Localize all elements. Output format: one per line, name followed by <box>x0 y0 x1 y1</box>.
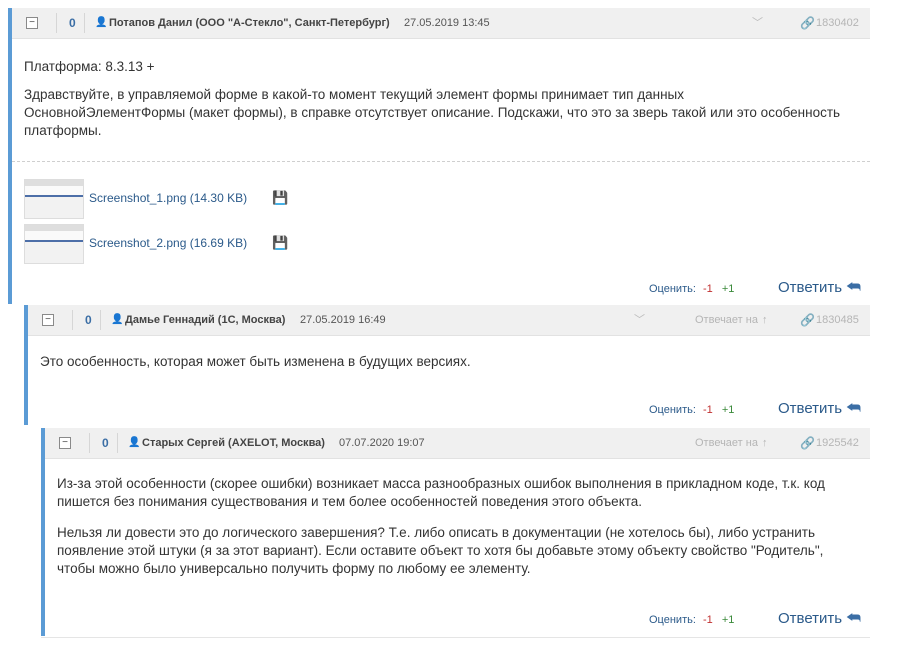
collapse-toggle-button[interactable]: − <box>26 17 38 29</box>
author-name[interactable]: Дамье Геннадий (1С, Москва) <box>125 305 285 335</box>
floppy-disk-icon[interactable]: 💾 <box>272 235 288 251</box>
reply-button[interactable]: Ответить ⮪ <box>778 400 861 418</box>
divider <box>117 433 118 453</box>
link-icon[interactable]: 🔗 <box>800 8 815 38</box>
comment-post: − 0 👤 Старых Сергей (AXELOT, Москва) 07.… <box>41 428 870 636</box>
post-date: 27.05.2019 13:45 <box>404 17 490 29</box>
post-text: Здравствуйте, в управляемой форме в како… <box>24 87 841 138</box>
chevron-down-icon[interactable]: ﹀ <box>752 8 763 38</box>
divider <box>12 161 870 162</box>
author-name[interactable]: Потапов Данил (ООО "А-Стекло", Санкт-Пет… <box>109 8 390 38</box>
rating-controls: Оценить: -1 +1 <box>649 283 734 295</box>
post-date: 27.05.2019 16:49 <box>300 314 386 326</box>
post-id[interactable]: 1830402 <box>816 8 859 38</box>
reply-button[interactable]: Ответить ⮪ <box>778 610 861 628</box>
arrow-up-icon[interactable]: ↑ <box>762 305 768 335</box>
post-body: Платформа: 8.3.13 + Здравствуйте, в упра… <box>24 58 844 140</box>
person-icon: 👤 <box>95 17 108 28</box>
rate-label: Оценить: <box>649 614 696 626</box>
author-name[interactable]: Старых Сергей (AXELOT, Москва) <box>142 428 325 458</box>
divider <box>84 13 85 33</box>
post-id[interactable]: 1925542 <box>816 428 859 458</box>
person-icon: 👤 <box>111 314 124 325</box>
post-body: Из-за этой особенности (скорее ошибки) в… <box>57 475 857 578</box>
comment-header: − 0 👤 Дамье Геннадий (1С, Москва) 27.05.… <box>28 305 870 336</box>
divider <box>72 310 73 330</box>
rate-plus-button[interactable]: +1 <box>722 404 735 416</box>
reply-button[interactable]: Ответить ⮪ <box>778 279 861 297</box>
rate-label: Оценить: <box>649 404 696 416</box>
reply-arrow-icon: ⮪ <box>846 279 862 296</box>
attachment-link[interactable]: Screenshot_2.png (16.69 KB) <box>89 236 247 250</box>
attachment-thumbnail[interactable] <box>24 179 84 219</box>
post-text: Из-за этой особенности (скорее ошибки) в… <box>57 476 825 509</box>
reply-arrow-icon: ⮪ <box>846 610 862 627</box>
post-id[interactable]: 1830485 <box>816 305 859 335</box>
post-date: 07.07.2020 19:07 <box>339 437 425 449</box>
score-value: 0 <box>69 16 76 30</box>
collapse-toggle-button[interactable]: − <box>42 314 54 326</box>
rate-minus-button[interactable]: -1 <box>703 404 713 416</box>
comment-header: − 0 👤 Потапов Данил (ООО "А-Стекло", Сан… <box>12 8 870 39</box>
comment-post: − 0 👤 Потапов Данил (ООО "А-Стекло", Сан… <box>8 8 870 304</box>
rating-controls: Оценить: -1 +1 <box>649 614 734 626</box>
link-icon[interactable]: 🔗 <box>800 305 815 335</box>
rating-controls: Оценить: -1 +1 <box>649 404 734 416</box>
post-text: Это особенность, которая может быть изме… <box>40 354 471 369</box>
comment-post: − 0 👤 Дамье Геннадий (1С, Москва) 27.05.… <box>24 305 870 425</box>
score-value: 0 <box>85 313 92 327</box>
collapse-toggle-button[interactable]: − <box>59 437 71 449</box>
floppy-disk-icon[interactable]: 💾 <box>272 190 288 206</box>
score-value: 0 <box>102 436 109 450</box>
divider <box>100 310 101 330</box>
divider <box>41 637 870 638</box>
person-icon: 👤 <box>128 437 141 448</box>
reply-arrow-icon: ⮪ <box>846 400 862 417</box>
thread-accent-bar <box>8 8 12 304</box>
platform-version: Платформа: 8.3.13 + <box>24 59 155 74</box>
attachment-link[interactable]: Screenshot_1.png (14.30 KB) <box>89 191 247 205</box>
thread-accent-bar <box>41 428 45 636</box>
divider <box>89 433 90 453</box>
reply-label: Ответить <box>778 400 843 417</box>
reply-label: Ответить <box>778 610 843 627</box>
rate-plus-button[interactable]: +1 <box>722 614 735 626</box>
divider <box>56 13 57 33</box>
comment-header: − 0 👤 Старых Сергей (AXELOT, Москва) 07.… <box>45 428 870 459</box>
reply-to-label[interactable]: Отвечает на <box>695 428 758 458</box>
reply-to-label[interactable]: Отвечает на <box>695 305 758 335</box>
post-text: Нельзя ли довести это до логического зав… <box>57 525 824 576</box>
rate-plus-button[interactable]: +1 <box>722 283 735 295</box>
arrow-up-icon[interactable]: ↑ <box>762 428 768 458</box>
rate-minus-button[interactable]: -1 <box>703 283 713 295</box>
rate-minus-button[interactable]: -1 <box>703 614 713 626</box>
post-body: Это особенность, которая может быть изме… <box>40 353 840 371</box>
rate-label: Оценить: <box>649 283 696 295</box>
attachment-thumbnail[interactable] <box>24 224 84 264</box>
chevron-down-icon[interactable]: ﹀ <box>634 305 645 335</box>
reply-label: Ответить <box>778 279 843 296</box>
link-icon[interactable]: 🔗 <box>800 428 815 458</box>
